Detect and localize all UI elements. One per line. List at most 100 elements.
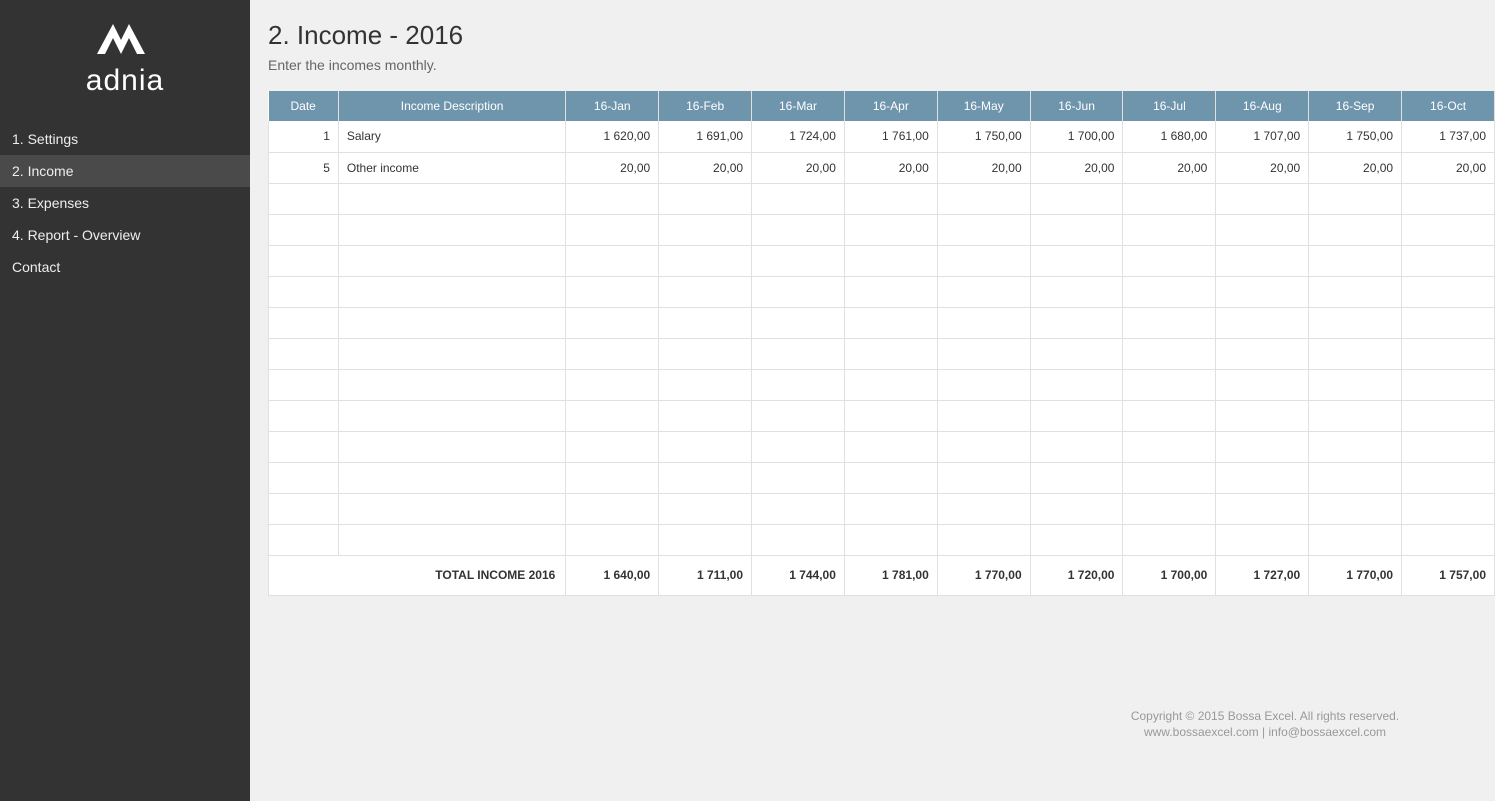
cell-value[interactable] — [1309, 338, 1402, 369]
cell-value[interactable] — [659, 214, 752, 245]
cell-value[interactable] — [844, 307, 937, 338]
cell-value[interactable]: 1 750,00 — [937, 121, 1030, 152]
cell-value[interactable]: 20,00 — [937, 152, 1030, 183]
cell-value[interactable] — [659, 493, 752, 524]
cell-value[interactable] — [566, 276, 659, 307]
cell-value[interactable] — [1309, 369, 1402, 400]
cell-value[interactable]: 1 620,00 — [566, 121, 659, 152]
cell-value[interactable] — [1216, 524, 1309, 555]
cell-value[interactable] — [1216, 369, 1309, 400]
cell-value[interactable] — [937, 493, 1030, 524]
cell-value[interactable] — [1123, 245, 1216, 276]
cell-value[interactable] — [659, 276, 752, 307]
cell-value[interactable] — [1123, 400, 1216, 431]
cell-value[interactable] — [1309, 307, 1402, 338]
cell-value[interactable] — [752, 524, 845, 555]
cell-value[interactable] — [1216, 431, 1309, 462]
sidebar-item-0[interactable]: 1. Settings — [0, 123, 250, 155]
cell-value[interactable] — [1309, 214, 1402, 245]
cell-date[interactable] — [269, 307, 339, 338]
cell-value[interactable]: 20,00 — [1123, 152, 1216, 183]
cell-value[interactable]: 1 680,00 — [1123, 121, 1216, 152]
cell-value[interactable]: 1 707,00 — [1216, 121, 1309, 152]
cell-value[interactable] — [937, 307, 1030, 338]
cell-value[interactable] — [1123, 462, 1216, 493]
cell-date[interactable] — [269, 493, 339, 524]
cell-value[interactable] — [566, 462, 659, 493]
cell-value[interactable] — [659, 183, 752, 214]
cell-value[interactable] — [566, 307, 659, 338]
cell-value[interactable] — [1216, 245, 1309, 276]
cell-value[interactable] — [752, 276, 845, 307]
cell-value[interactable] — [844, 524, 937, 555]
cell-value[interactable] — [1030, 462, 1123, 493]
cell-value[interactable]: 20,00 — [1216, 152, 1309, 183]
cell-value[interactable] — [1309, 276, 1402, 307]
cell-value[interactable] — [844, 493, 937, 524]
cell-value[interactable] — [659, 462, 752, 493]
cell-date[interactable] — [269, 431, 339, 462]
cell-value[interactable] — [752, 245, 845, 276]
cell-value[interactable] — [844, 462, 937, 493]
cell-value[interactable] — [844, 431, 937, 462]
sidebar-item-2[interactable]: 3. Expenses — [0, 187, 250, 219]
cell-value[interactable] — [937, 524, 1030, 555]
cell-value[interactable] — [1030, 338, 1123, 369]
cell-value[interactable] — [1216, 183, 1309, 214]
cell-value[interactable] — [1402, 307, 1495, 338]
cell-value[interactable] — [1030, 369, 1123, 400]
cell-value[interactable] — [1123, 338, 1216, 369]
cell-description[interactable] — [338, 462, 565, 493]
cell-value[interactable] — [937, 400, 1030, 431]
cell-date[interactable] — [269, 338, 339, 369]
cell-value[interactable] — [1309, 493, 1402, 524]
cell-value[interactable] — [566, 214, 659, 245]
cell-value[interactable] — [1123, 431, 1216, 462]
cell-description[interactable] — [338, 245, 565, 276]
cell-value[interactable] — [1309, 524, 1402, 555]
cell-value[interactable] — [566, 245, 659, 276]
cell-value[interactable] — [1309, 183, 1402, 214]
cell-description[interactable] — [338, 276, 565, 307]
cell-value[interactable] — [566, 369, 659, 400]
cell-value[interactable] — [752, 462, 845, 493]
cell-value[interactable] — [1123, 276, 1216, 307]
cell-value[interactable] — [566, 400, 659, 431]
cell-description[interactable]: Other income — [338, 152, 565, 183]
cell-value[interactable] — [659, 307, 752, 338]
cell-value[interactable] — [937, 214, 1030, 245]
cell-value[interactable]: 1 761,00 — [844, 121, 937, 152]
cell-value[interactable] — [659, 400, 752, 431]
cell-date[interactable]: 5 — [269, 152, 339, 183]
cell-description[interactable] — [338, 214, 565, 245]
cell-value[interactable] — [1123, 307, 1216, 338]
cell-value[interactable] — [1216, 214, 1309, 245]
cell-value[interactable] — [844, 400, 937, 431]
cell-value[interactable]: 1 737,00 — [1402, 121, 1495, 152]
cell-value[interactable] — [1402, 462, 1495, 493]
cell-description[interactable] — [338, 493, 565, 524]
cell-value[interactable] — [1402, 493, 1495, 524]
cell-value[interactable] — [1402, 214, 1495, 245]
sidebar-item-3[interactable]: 4. Report - Overview — [0, 219, 250, 251]
cell-date[interactable] — [269, 183, 339, 214]
cell-value[interactable] — [1402, 276, 1495, 307]
cell-value[interactable] — [1030, 400, 1123, 431]
cell-value[interactable] — [1216, 338, 1309, 369]
cell-value[interactable] — [1123, 493, 1216, 524]
cell-value[interactable] — [752, 214, 845, 245]
cell-value[interactable] — [1030, 524, 1123, 555]
cell-value[interactable] — [1030, 214, 1123, 245]
cell-value[interactable] — [752, 183, 845, 214]
cell-date[interactable] — [269, 245, 339, 276]
cell-value[interactable] — [844, 214, 937, 245]
cell-date[interactable]: 1 — [269, 121, 339, 152]
cell-value[interactable]: 1 691,00 — [659, 121, 752, 152]
cell-value[interactable] — [1030, 307, 1123, 338]
cell-description[interactable] — [338, 524, 565, 555]
cell-value[interactable] — [1030, 183, 1123, 214]
cell-value[interactable] — [1402, 431, 1495, 462]
cell-value[interactable]: 1 724,00 — [752, 121, 845, 152]
cell-value[interactable] — [659, 338, 752, 369]
cell-value[interactable] — [1309, 400, 1402, 431]
